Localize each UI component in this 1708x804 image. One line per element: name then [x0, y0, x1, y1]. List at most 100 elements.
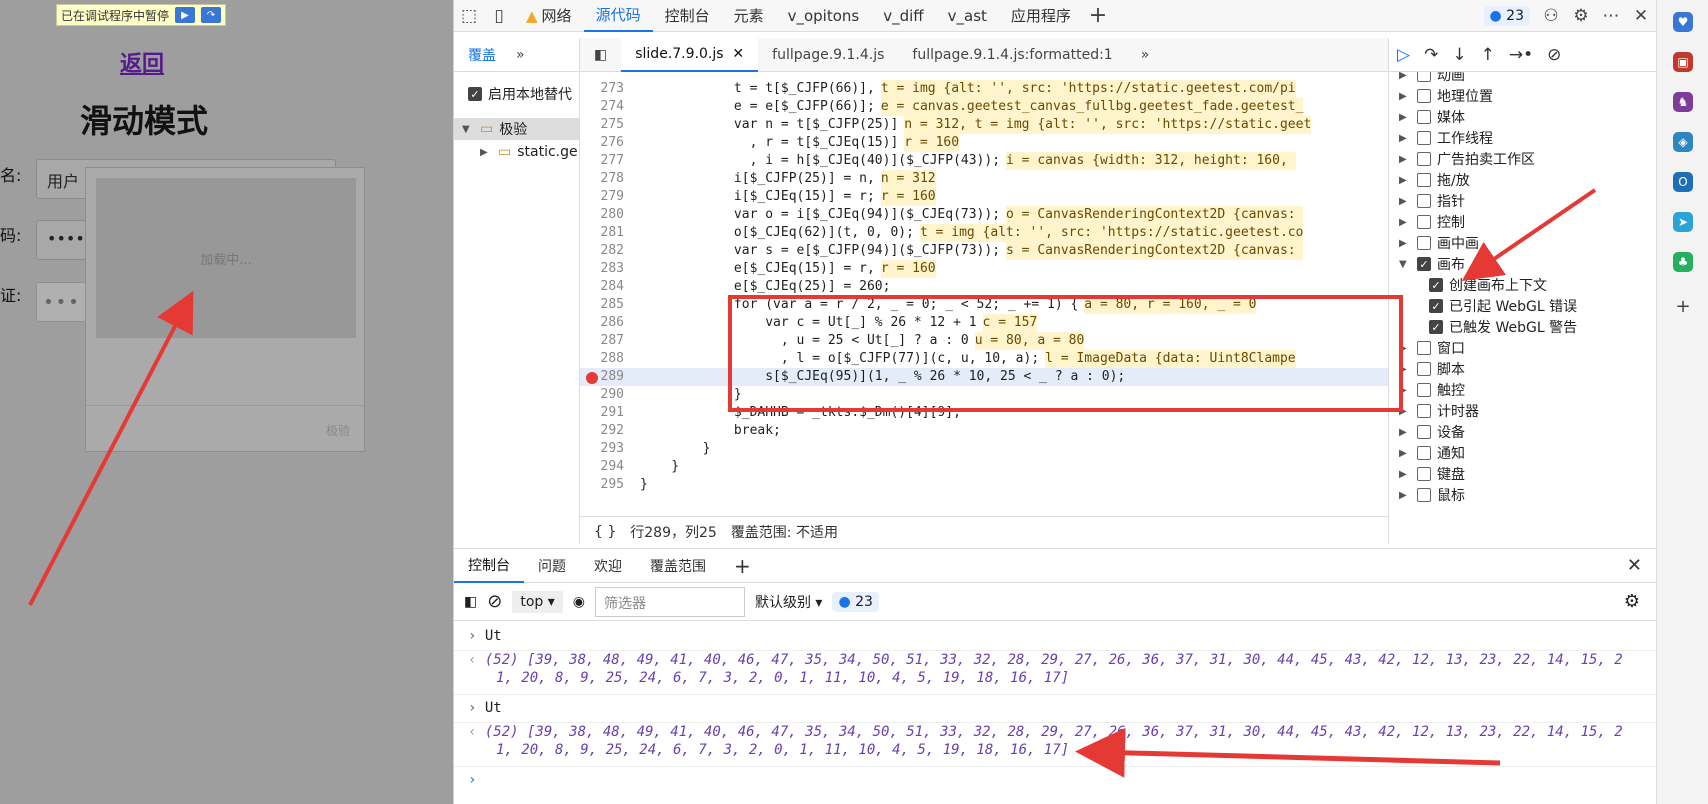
code-line[interactable]: 282 var s = e[$_CJFP(94)]($_CJFP(73)); s … — [580, 242, 1388, 260]
checkbox[interactable] — [1417, 341, 1431, 355]
code-line[interactable]: 281 o[$_CJEq(62)](t, 0, 0); t = img {alt:… — [580, 224, 1388, 242]
eye-icon[interactable]: ◉ — [573, 594, 585, 610]
tab-v-opitons[interactable]: v_opitons — [776, 0, 872, 32]
send-icon[interactable]: ➤ — [1673, 212, 1693, 232]
checkbox[interactable] — [1417, 488, 1431, 502]
console-result[interactable]: ‹ (52) [39, 38, 48, 49, 41, 40, 46, 47, … — [454, 723, 1656, 767]
step-over-button[interactable]: ↷ — [201, 7, 222, 23]
favorites-icon[interactable]: ♥ — [1673, 12, 1693, 32]
line-number[interactable]: 292 — [580, 422, 632, 440]
breakpoint-category[interactable]: ▼ ✓ 画布 — [1389, 253, 1465, 275]
file-row[interactable]: ▶ ▭ static.ge — [480, 144, 578, 160]
console-prompt[interactable]: › — [454, 771, 1656, 795]
checkbox[interactable] — [1417, 404, 1431, 418]
tab-v-diff[interactable]: v_diff — [871, 0, 935, 32]
editor-tab-slide[interactable]: slide.7.9.0.js ✕ — [621, 37, 759, 72]
line-number[interactable]: 277 — [580, 152, 632, 170]
tab-network[interactable]: ▲ 网络 — [514, 0, 584, 32]
checkbox[interactable] — [1417, 173, 1431, 187]
line-number[interactable]: 289 — [580, 368, 632, 386]
code-line[interactable]: 274 e = e[$_CJFP(66)]; e = canvas.geetest… — [580, 98, 1388, 116]
issues-badge[interactable]: ● 23 — [1483, 5, 1530, 26]
drawer-tab-welcome[interactable]: 欢迎 — [580, 556, 636, 576]
gear-icon[interactable]: ⚙ — [1624, 591, 1640, 612]
code-line[interactable]: 284 e[$_CJEq(25)] = 260; — [580, 278, 1388, 296]
back-link[interactable]: 返回 — [120, 46, 164, 78]
checkbox[interactable] — [1417, 215, 1431, 229]
enable-overrides-row[interactable]: ✓ 启用本地替代 — [468, 84, 572, 104]
breakpoint-category[interactable]: ▶ 鼠标 — [1389, 484, 1465, 506]
inspect-icon[interactable]: ⬚ — [454, 0, 484, 32]
customize-icon[interactable]: ⚇ — [1536, 0, 1566, 32]
filter-input[interactable]: 筛选器 — [594, 586, 745, 617]
line-number[interactable]: 290 — [580, 386, 632, 404]
code-line[interactable]: 294 } — [580, 458, 1388, 476]
line-number[interactable]: 285 — [580, 296, 632, 314]
line-number[interactable]: 281 — [580, 224, 632, 242]
tab-sources[interactable]: 源代码 — [583, 0, 653, 32]
tab-v-ast[interactable]: v_ast — [936, 0, 999, 32]
code-line[interactable]: 295} — [580, 476, 1388, 494]
breakpoint-category[interactable]: ▶ 媒体 — [1389, 106, 1465, 128]
line-number[interactable]: 291 — [580, 404, 632, 422]
overrides-tab-header[interactable]: 覆盖» — [454, 38, 579, 72]
step-over-icon[interactable]: ↷ — [1424, 45, 1438, 65]
checkbox[interactable]: ✓ — [1417, 257, 1431, 271]
games-icon[interactable]: ♞ — [1673, 92, 1693, 112]
checkbox[interactable]: ✓ — [1429, 320, 1443, 334]
code-line[interactable]: 279 i[$_CJEq(15)] = r; r = 160 — [580, 188, 1388, 206]
breakpoint-category[interactable]: ✓ 已触发 WebGL 警告 — [1389, 316, 1577, 338]
breakpoint-category[interactable]: ✓ 创建画布上下文 — [1389, 274, 1547, 296]
code-line[interactable]: 292 break; — [580, 422, 1388, 440]
drawer-tab-console[interactable]: 控制台 — [454, 549, 524, 583]
line-number[interactable]: 288 — [580, 350, 632, 368]
drawer-tab-issues[interactable]: 问题 — [524, 556, 580, 576]
breakpoint-category[interactable]: ▶ 控制 — [1389, 211, 1465, 233]
code-line[interactable]: 293 } — [580, 440, 1388, 458]
context-select[interactable]: top ▾ — [512, 590, 563, 613]
tree-icon[interactable]: ♣ — [1673, 252, 1693, 272]
console-result[interactable]: ‹ (52) [39, 38, 48, 49, 41, 40, 46, 47, … — [454, 651, 1656, 695]
checkbox[interactable] — [1417, 446, 1431, 460]
code-editor[interactable]: 273 t = t[$_CJFP(66)], t = img {alt: '', … — [580, 72, 1388, 496]
line-number[interactable]: 282 — [580, 242, 632, 260]
step-into-icon[interactable]: ↓ — [1452, 45, 1466, 65]
line-number[interactable]: 287 — [580, 332, 632, 350]
line-number[interactable]: 275 — [580, 116, 632, 134]
copilot-icon[interactable]: ◈ — [1673, 132, 1693, 152]
step-out-icon[interactable]: ↑ — [1481, 45, 1495, 65]
line-number[interactable]: 274 — [580, 98, 632, 116]
sidebar-toggle-icon[interactable]: ◧ — [464, 594, 477, 610]
checkbox[interactable] — [1417, 131, 1431, 145]
checkbox[interactable] — [1417, 89, 1431, 103]
breakpoint-category[interactable]: ▶ 通知 — [1389, 442, 1465, 464]
close-icon[interactable]: ✕ — [1626, 0, 1656, 32]
tab-elements[interactable]: 元素 — [722, 0, 776, 32]
gear-icon[interactable]: ⚙ — [1566, 0, 1596, 32]
code-line[interactable]: 280 var o = i[$_CJEq(94)]($_CJEq(73)); o … — [580, 206, 1388, 224]
checkbox[interactable] — [1417, 425, 1431, 439]
checkbox[interactable] — [1417, 152, 1431, 166]
breakpoint-category[interactable]: ▶ 拖/放 — [1389, 169, 1470, 191]
breakpoint-category[interactable]: ▶ 工作线程 — [1389, 127, 1493, 149]
editor-tab-fullpage[interactable]: fullpage.9.1.4.js — [758, 47, 898, 63]
line-number[interactable]: 279 — [580, 188, 632, 206]
code-line[interactable]: 273 t = t[$_CJFP(66)], t = img {alt: '', … — [580, 80, 1388, 98]
breakpoint-category[interactable]: ▶ 指针 — [1389, 190, 1465, 212]
resume-button[interactable]: ▶ — [175, 7, 196, 23]
line-number[interactable]: 283 — [580, 260, 632, 278]
pretty-print-icon[interactable]: { } — [594, 524, 616, 540]
line-number[interactable]: 286 — [580, 314, 632, 332]
drawer-tab-coverage[interactable]: 覆盖范围 — [636, 556, 720, 576]
code-line[interactable]: 278 i[$_CJFP(25)] = n, n = 312 — [580, 170, 1388, 188]
tab-console[interactable]: 控制台 — [653, 0, 722, 32]
line-number[interactable]: 273 — [580, 80, 632, 98]
code-line[interactable]: 276 , r = t[$_CJEq(15)] r = 160 — [580, 134, 1388, 152]
breakpoint-category[interactable]: ▶ 键盘 — [1389, 463, 1465, 485]
outlook-icon[interactable]: O — [1673, 172, 1693, 192]
checkbox[interactable] — [1417, 110, 1431, 124]
line-number[interactable]: 294 — [580, 458, 632, 476]
device-toolbar-icon[interactable]: ▯ — [484, 0, 514, 32]
folder-row[interactable]: ▼ ▭ 极验 — [454, 118, 579, 140]
step-icon[interactable]: →• — [1509, 45, 1533, 65]
